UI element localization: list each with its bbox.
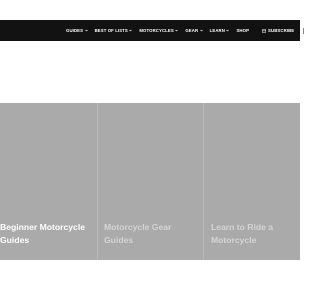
chevron-down-icon [175,29,179,32]
subscribe-label: SUBSCRIBE [268,28,295,33]
card-beginner-motorcycle-guides[interactable]: Beginner Motorcycle Guides [0,103,97,260]
nav-overflow-item[interactable]: S [303,27,312,34]
chevron-down-icon [84,29,88,32]
nav-item-learn[interactable]: LEARN [210,28,230,33]
subscribe-link[interactable]: SUBSCRIBE [262,28,294,33]
nav-item-label: SHOP [236,28,250,33]
chevron-down-icon [129,29,133,32]
nav-item-shop[interactable]: SHOP [236,28,249,33]
card-learn-to-ride-a-motorcycle[interactable]: Learn to Ride a Motorcycle [204,103,300,260]
main-nav: GUIDES BEST OF LISTS MOTORCYCLES GEAR LE… [66,20,318,41]
nav-item-motorcycles[interactable]: MOTORCYCLES [139,28,179,33]
nav-item-label: LEARN [209,28,225,33]
nav-item-label: MOTORCYCLES [139,28,174,33]
nav-separator [303,27,305,34]
nav-item-gear[interactable]: GEAR [185,28,203,33]
nav-item-label: BEST OF LISTS [94,28,128,33]
nav-overflow-label: S [308,28,312,33]
card-title[interactable]: Learn to Ride a Motorcycle [211,221,291,247]
nav-item-label: GUIDES [66,28,84,33]
top-navigation-bar: GUIDES BEST OF LISTS MOTORCYCLES GEAR LE… [0,20,311,41]
card-motorcycle-gear-guides[interactable]: Motorcycle Gear Guides [98,103,203,260]
card-title[interactable]: Beginner Motorcycle Guides [0,221,95,247]
nav-item-best-of-lists[interactable]: BEST OF LISTS [95,28,133,33]
chevron-down-icon [199,29,203,32]
card-title[interactable]: Motorcycle Gear Guides [104,221,184,247]
envelope-icon [262,29,267,33]
nav-item-guides[interactable]: GUIDES [66,28,88,33]
nav-item-label: GEAR [185,28,199,33]
chevron-down-icon [226,29,230,32]
category-cards: Beginner Motorcycle Guides Motorcycle Ge… [0,103,300,260]
